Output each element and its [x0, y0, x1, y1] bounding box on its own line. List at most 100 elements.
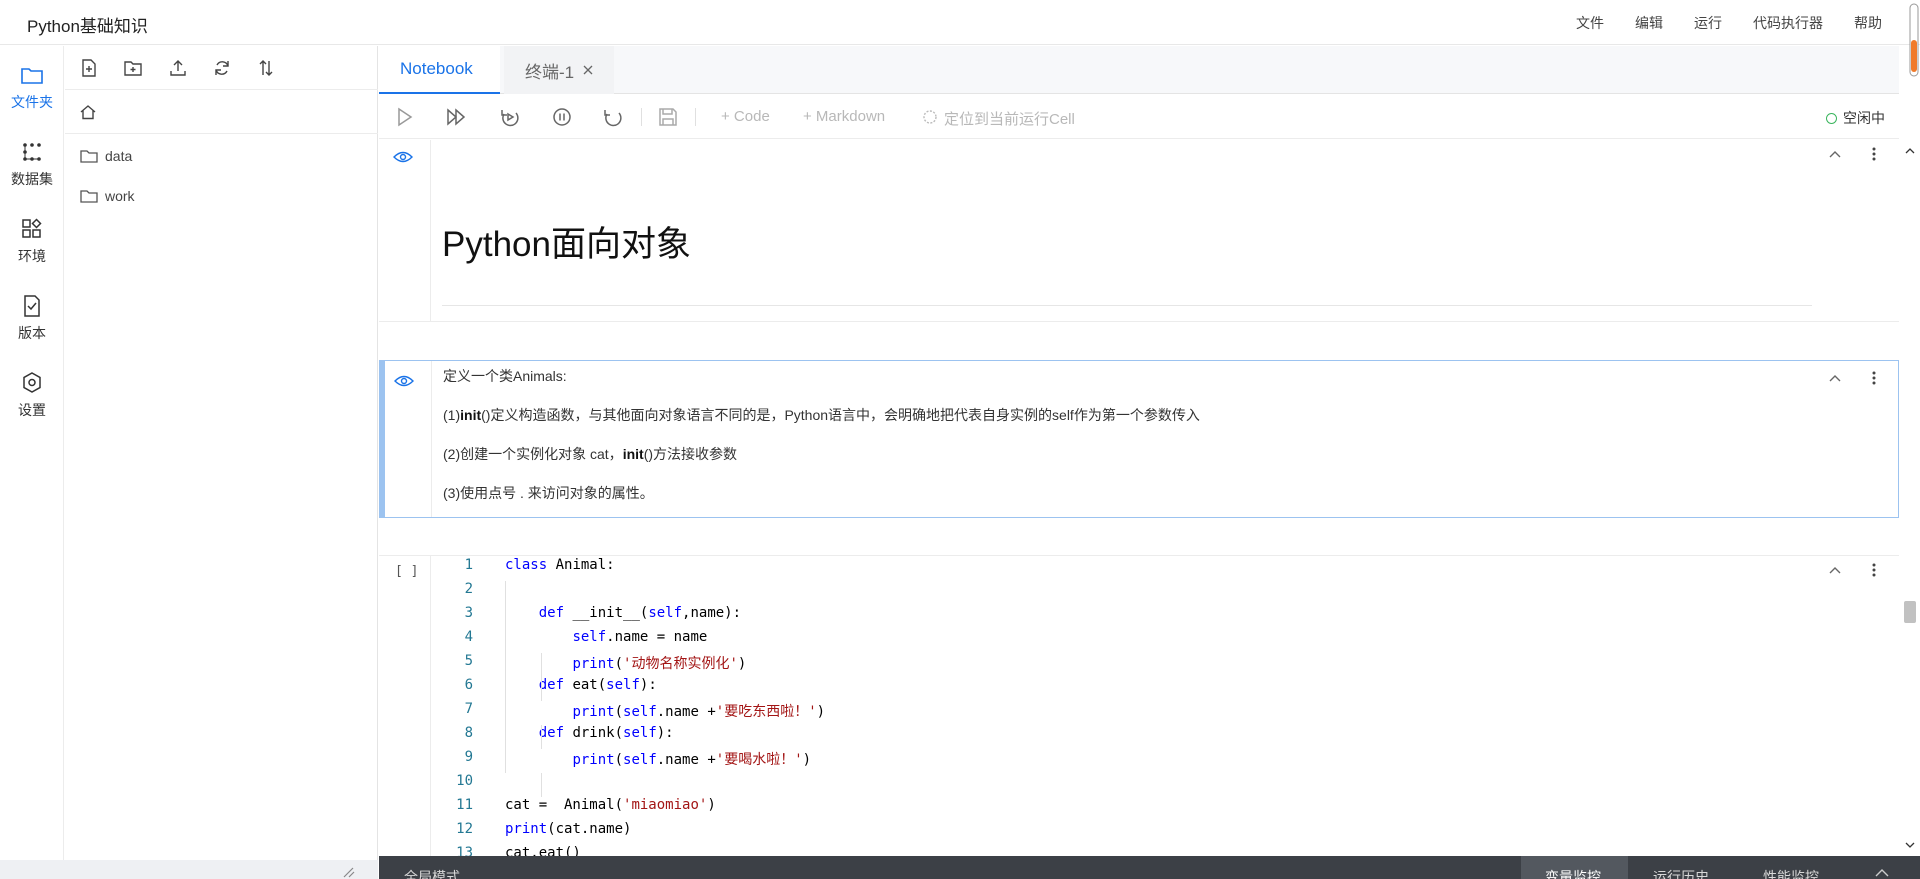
resize-handle-icon[interactable] [340, 864, 356, 878]
global-mode-label[interactable]: 全局模式 [404, 867, 460, 879]
markdown-heading: Python面向对象 [442, 225, 691, 264]
code-text: def __init__(self,name): [538, 605, 742, 621]
save-icon[interactable] [657, 107, 679, 127]
tab-notebook[interactable]: Notebook [379, 46, 500, 94]
collapse-icon[interactable] [1827, 562, 1843, 578]
sidebar-item-version[interactable]: 版本 [0, 295, 64, 343]
menu-edit[interactable]: 编辑 [1635, 13, 1663, 33]
indent-guide [505, 581, 506, 773]
toolbar-divider [641, 108, 642, 126]
bottom-tab-history[interactable]: 运行历史 [1653, 867, 1709, 879]
environment-icon [22, 218, 42, 238]
menu-code-executor[interactable]: 代码执行器 [1753, 13, 1823, 33]
code-text: def drink(self): [538, 725, 674, 741]
add-code-button[interactable]: + Code [721, 108, 770, 125]
top-bar: Python基础知识 文件 编辑 运行 代码执行器 帮助 [0, 0, 1920, 45]
line-number: 12 [456, 821, 473, 837]
sidebar-item-environment[interactable]: 环境 [0, 218, 64, 266]
markdown-cell-heading[interactable]: Python面向对象 [379, 140, 1899, 322]
toolbar-divider [695, 108, 696, 126]
more-options-icon[interactable] [1866, 146, 1882, 162]
cell-gutter [379, 140, 431, 321]
sidebar-item-label: 设置 [18, 402, 46, 418]
eye-icon[interactable] [393, 150, 413, 164]
code-line: 4 self.name = name [431, 629, 1831, 653]
tab-label: Notebook [400, 59, 473, 78]
file-item-data[interactable]: data [65, 140, 378, 172]
folder-icon [80, 150, 98, 163]
interrupt-icon[interactable] [551, 107, 573, 127]
bottom-tab-variables[interactable]: 变量监控 [1545, 867, 1601, 879]
file-item-label: work [105, 188, 135, 204]
line-number: 10 [456, 773, 473, 789]
notebook-cells: Python面向对象 定义一个类Animals: (1)init()定义构造函数… [379, 140, 1899, 856]
new-folder-icon[interactable] [123, 58, 143, 78]
more-options-icon[interactable] [1866, 562, 1882, 578]
markdown-text-line: (3)使用点号 . 来访问对象的属性。 [443, 485, 654, 501]
left-footer [0, 860, 378, 879]
chevron-up-icon[interactable] [1874, 866, 1890, 878]
run-all-icon[interactable] [445, 107, 467, 127]
code-text: class Animal: [505, 557, 615, 573]
file-item-work[interactable]: work [65, 180, 378, 212]
code-text: def eat(self): [538, 677, 657, 693]
code-line: 2 [431, 581, 1831, 605]
code-text: print(cat.name) [505, 821, 632, 837]
add-markdown-button[interactable]: + Markdown [803, 108, 885, 125]
locate-icon [923, 110, 937, 124]
execution-count: [ ] [395, 564, 419, 579]
notebook-toolbar: + Code + Markdown 定位到当前运行Cell 空闲中 [379, 95, 1899, 139]
version-icon [24, 295, 40, 317]
more-options-icon[interactable] [1866, 370, 1882, 386]
line-number: 6 [464, 677, 473, 693]
cell-gutter [379, 556, 431, 856]
new-file-icon[interactable] [79, 58, 99, 78]
page-scrollbar[interactable] [1908, 0, 1920, 80]
sort-icon[interactable] [256, 58, 276, 78]
locate-running-cell-button[interactable]: 定位到当前运行Cell [944, 108, 1075, 129]
menu-help[interactable]: 帮助 [1854, 13, 1882, 33]
kernel-status: 空闲中 [1826, 108, 1885, 128]
run-cell-icon[interactable] [394, 107, 416, 127]
folder-icon [21, 68, 43, 84]
code-line: 12 print(cat.name) [431, 821, 1831, 845]
heading-rule [442, 305, 1812, 306]
code-cell[interactable]: [ ] 1 class Animal: 2 3 def __init__(self,n… [379, 555, 1899, 856]
sidebar-item-label: 环境 [18, 248, 46, 264]
code-line: 1 class Animal: [431, 557, 1831, 581]
line-number: 2 [464, 581, 473, 597]
collapse-icon[interactable] [1827, 146, 1843, 162]
indent-guide [541, 653, 542, 701]
app-title: Python基础知识 [27, 17, 148, 36]
line-number: 1 [464, 557, 473, 573]
sidebar-item-label: 数据集 [11, 171, 53, 187]
markdown-cell-description[interactable]: 定义一个类Animals: (1)init()定义构造函数，与其他面向对象语言不… [379, 360, 1899, 518]
code-line: 13 cat.eat() [431, 845, 1831, 856]
eye-icon[interactable] [394, 374, 414, 388]
close-icon[interactable] [582, 64, 594, 76]
code-line: 10 [431, 773, 1831, 797]
tab-bar: Notebook 终端-1 [379, 46, 1899, 94]
upload-icon[interactable] [168, 58, 188, 78]
indent-guide [541, 773, 542, 797]
line-number: 4 [464, 629, 473, 645]
tab-terminal[interactable]: 终端-1 [504, 46, 614, 94]
sidebar-item-folder[interactable]: 文件夹 [0, 64, 64, 112]
line-number: 9 [464, 749, 473, 765]
sidebar-item-settings[interactable]: 设置 [0, 372, 64, 420]
restart-kernel-icon[interactable] [602, 107, 624, 127]
home-icon[interactable] [79, 103, 97, 121]
code-text: self.name = name [572, 629, 708, 645]
bottom-tab-performance[interactable]: 性能监控 [1763, 867, 1819, 879]
collapse-icon[interactable] [1827, 370, 1843, 386]
run-and-restart-icon[interactable] [499, 107, 521, 127]
menu-run[interactable]: 运行 [1694, 13, 1722, 33]
menu-file[interactable]: 文件 [1576, 13, 1604, 33]
settings-icon [23, 372, 41, 393]
refresh-icon[interactable] [212, 58, 232, 78]
file-item-label: data [105, 148, 133, 164]
sidebar-item-dataset[interactable]: 数据集 [0, 141, 64, 189]
notebook-scrollbar[interactable] [1900, 140, 1920, 856]
code-line: 11 cat = Animal('miaomiao') [431, 797, 1831, 821]
file-explorer: data work [65, 46, 378, 860]
